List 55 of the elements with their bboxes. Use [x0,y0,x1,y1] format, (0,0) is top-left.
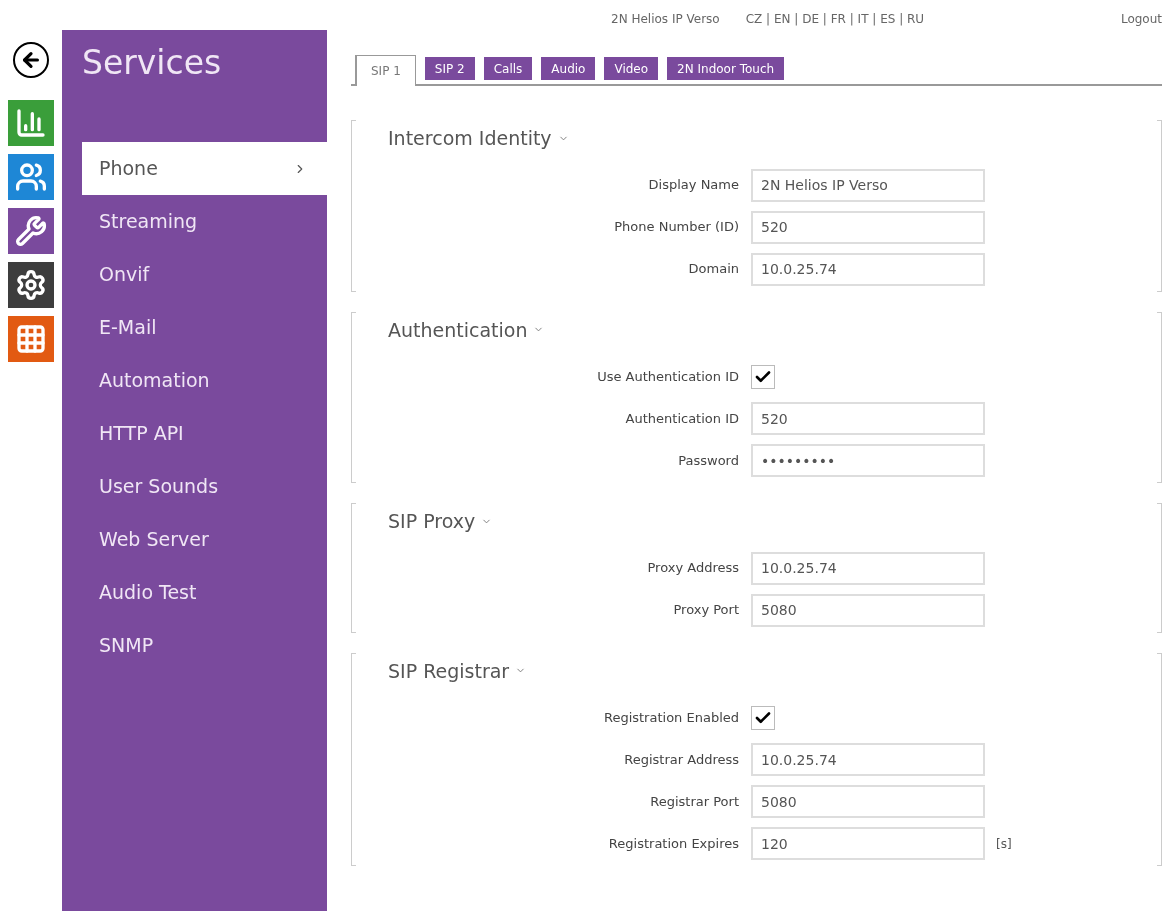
input-field[interactable]: 10.0.25.74 [751,551,985,585]
field-label: Registrar Port [649,792,740,811]
sidebar-item[interactable]: E-Mail [82,301,327,354]
field-label: Proxy Address [646,559,740,578]
grid-icon[interactable] [8,316,54,362]
field-label: Phone Number (ID) [613,218,740,237]
checkbox[interactable] [751,364,775,389]
input-field[interactable]: 2N Helios IP Verso [751,168,985,202]
sidebar-item[interactable]: Phone [82,142,327,195]
section-title: Intercom Identity [388,126,552,151]
checkbox[interactable] [751,705,775,730]
input-field[interactable]: 10.0.25.74 [751,252,985,286]
section-title: SIP Registrar [388,658,510,684]
field-label: Registration Expires [607,834,740,853]
field-label: Use Authentication ID [596,367,740,386]
users-icon[interactable] [8,154,54,200]
input-field[interactable]: 520 [751,402,985,435]
field-label: Registrar Address [623,750,740,769]
field-label: Password [677,451,740,470]
sidebar-item[interactable]: Automation [82,354,327,407]
input-field[interactable]: 5080 [751,785,985,818]
tab[interactable]: SIP 2 [424,57,475,80]
chart-icon[interactable] [8,100,54,146]
sidebar-title: Services [81,42,223,84]
section-title: Authentication [388,317,528,343]
tab[interactable]: SIP 1 [355,55,416,86]
field-label: Registration Enabled [602,708,740,727]
field-label: Display Name [647,176,740,195]
input-field[interactable]: 520 [751,210,985,244]
tab[interactable]: Calls [483,57,533,80]
field-label: Domain [687,260,740,279]
back-button[interactable] [13,42,49,78]
section-title: SIP Proxy [388,509,476,534]
sidebar-item[interactable]: HTTP API [82,407,327,460]
sidebar-item[interactable]: Audio Test [82,566,327,619]
unit-label: [s] [996,835,1012,853]
language-links[interactable]: CZ | EN | DE | FR | IT | ES | RU [745,10,925,28]
sidebar-item[interactable]: Streaming [82,195,327,248]
tab[interactable]: Video [604,57,659,80]
sidebar-item[interactable]: SNMP [82,619,327,672]
tab[interactable]: Audio [541,57,596,80]
settings-icon[interactable] [8,262,54,308]
field-label: Proxy Port [672,601,740,620]
sidebar-item[interactable]: Onvif [82,248,327,301]
device-name: 2N Helios IP Verso [611,11,720,28]
input-field[interactable]: 120 [751,827,985,860]
input-field[interactable]: 10.0.25.74 [751,743,985,776]
sidebar-item[interactable]: User Sounds [82,460,327,513]
input-field[interactable]: ••••••••• [751,444,985,477]
logout-link[interactable]: Logout [1120,10,1162,28]
field-label: Authentication ID [624,409,740,428]
sidebar-item[interactable]: Web Server [82,513,327,566]
input-field[interactable]: 5080 [751,593,985,627]
wrench-icon[interactable] [8,208,54,254]
tab[interactable]: 2N Indoor Touch [667,57,785,80]
